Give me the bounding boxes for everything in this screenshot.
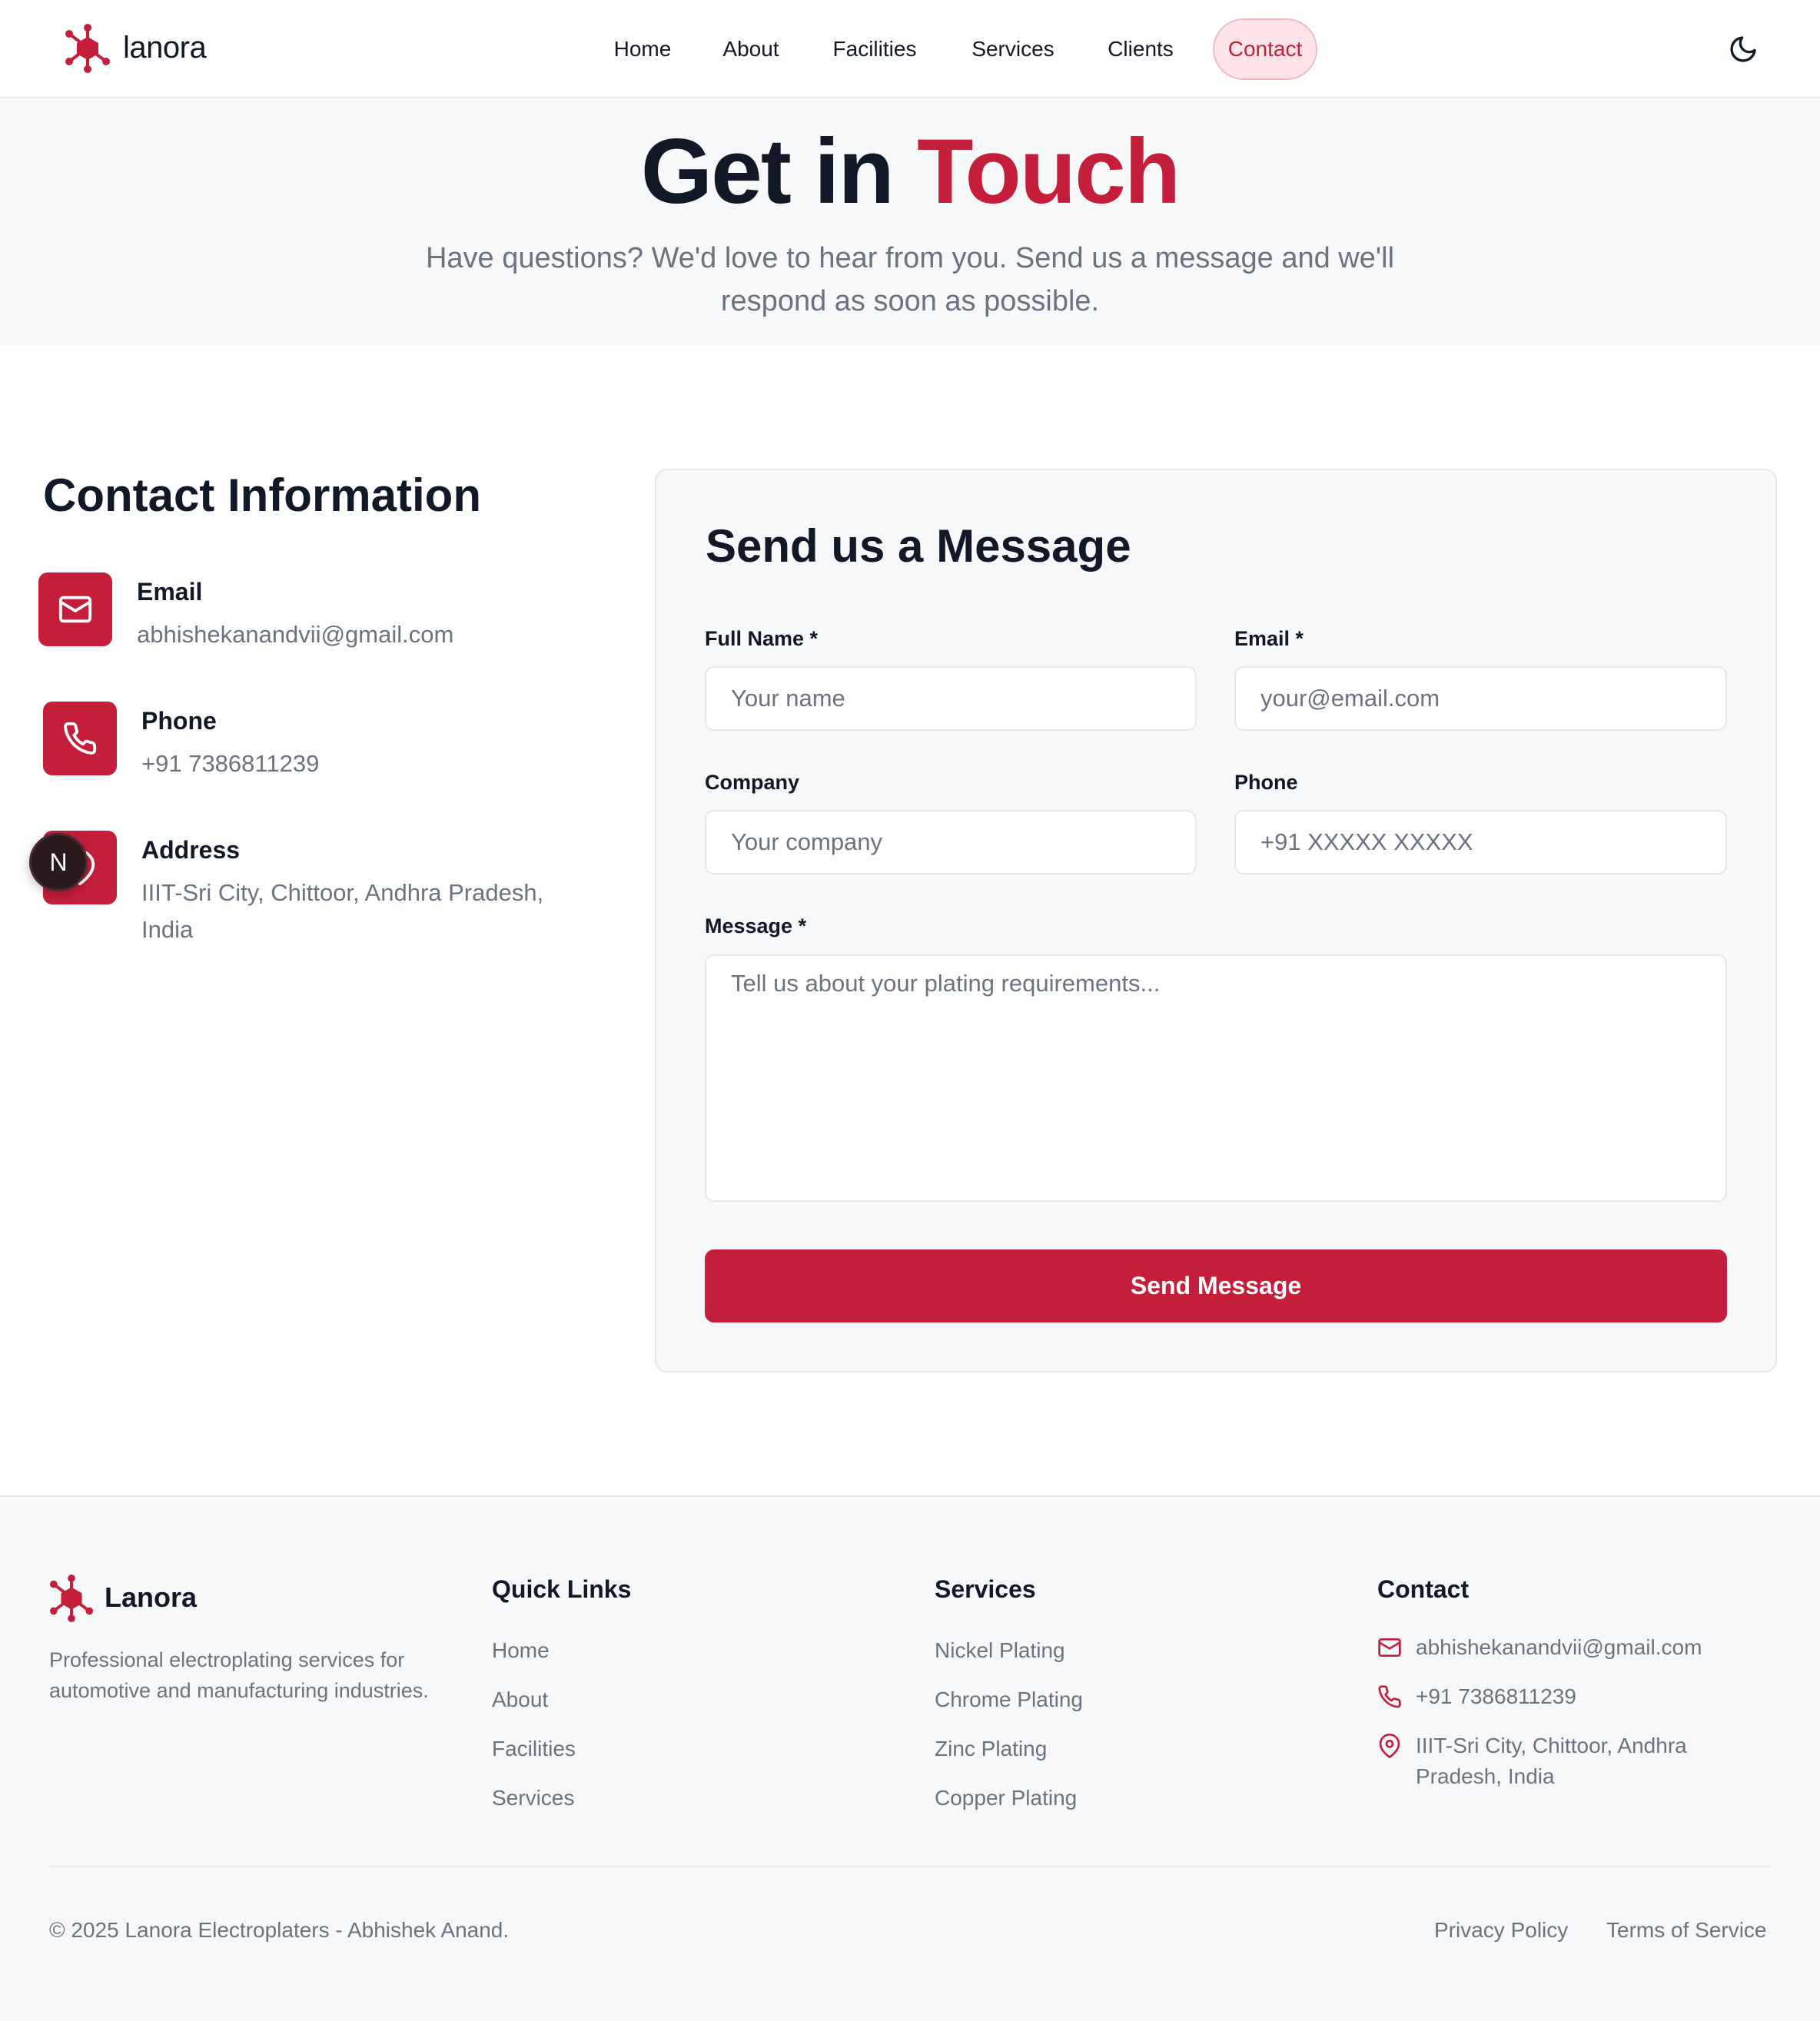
logo-icon	[49, 1575, 94, 1622]
phone-value[interactable]: +91 7386811239	[141, 745, 319, 782]
email-label: Email	[137, 578, 203, 606]
footer-link-services[interactable]: Services	[492, 1786, 574, 1810]
nav-services[interactable]: Services	[956, 18, 1070, 80]
message-textarea[interactable]	[705, 954, 1727, 1202]
email-icon-box	[38, 572, 112, 646]
phone-field[interactable]	[1234, 810, 1727, 874]
footer-service-nickel[interactable]: Nickel Plating	[935, 1638, 1065, 1663]
dev-tools-badge[interactable]: N	[29, 833, 88, 891]
footer-email-text: abhishekanandvii@gmail.com	[1416, 1635, 1702, 1659]
form-title: Send us a Message	[706, 520, 1131, 572]
footer-contact-email[interactable]: abhishekanandvii@gmail.com	[1377, 1632, 1702, 1663]
email-value[interactable]: abhishekanandvii@gmail.com	[137, 616, 453, 653]
footer-phone-text: +91 7386811239	[1416, 1684, 1576, 1708]
nav-clients[interactable]: Clients	[1090, 18, 1191, 80]
title-plain: Get in	[640, 120, 895, 223]
main-nav: Home About Facilities Services Clients C…	[0, 18, 1820, 80]
footer-service-zinc[interactable]: Zinc Plating	[935, 1737, 1047, 1761]
footer-brand-name: Lanora	[105, 1581, 198, 1613]
moon-icon[interactable]	[1728, 34, 1759, 65]
company-label: Company	[705, 771, 800, 794]
footer-contact-address: IIIT-Sri City, Chittoor, Andhra Pradesh,…	[1377, 1731, 1715, 1792]
hero-subtitle: Have questions? We'd love to hear from y…	[425, 242, 1395, 317]
footer-address-text: IIIT-Sri City, Chittoor, Andhra Pradesh,…	[1416, 1734, 1687, 1788]
privacy-policy-link[interactable]: Privacy Policy	[1434, 1918, 1568, 1943]
services-title: Services	[935, 1575, 1036, 1603]
address-label: Address	[141, 836, 241, 864]
mail-icon	[1378, 1638, 1401, 1657]
site-header: lanora Home About Facilities Services Cl…	[0, 0, 1820, 98]
email-field[interactable]	[1234, 666, 1727, 731]
email-field-label: Email *	[1234, 627, 1304, 650]
message-label: Message *	[705, 914, 807, 937]
footer-description: Professional electroplating services for…	[49, 1648, 429, 1702]
title-accent: Touch	[917, 120, 1181, 223]
footer-service-copper[interactable]: Copper Plating	[935, 1786, 1077, 1810]
nav-contact[interactable]: Contact	[1213, 18, 1317, 80]
phone-icon-box	[43, 702, 117, 775]
mail-icon	[58, 596, 92, 623]
nav-facilities[interactable]: Facilities	[815, 18, 935, 80]
footer-service-chrome[interactable]: Chrome Plating	[935, 1687, 1083, 1712]
footer-contact-title: Contact	[1377, 1575, 1470, 1603]
address-value: IIIT-Sri City, Chittoor, Andhra Pradesh,…	[141, 879, 544, 943]
company-input[interactable]	[705, 810, 1197, 874]
footer-divider	[49, 1866, 1771, 1867]
footer-brand[interactable]: Lanora	[49, 1572, 197, 1623]
quick-links-title: Quick Links	[492, 1575, 632, 1603]
phone-field-label: Phone	[1234, 771, 1298, 794]
phone-icon	[64, 722, 97, 755]
footer-link-facilities[interactable]: Facilities	[492, 1737, 576, 1761]
phone-label: Phone	[141, 707, 217, 735]
send-message-button[interactable]: Send Message	[705, 1249, 1727, 1322]
page-title: Get in Touch	[0, 121, 1820, 221]
copyright: © 2025 Lanora Electroplaters - Abhishek …	[49, 1918, 510, 1942]
footer-link-about[interactable]: About	[492, 1687, 548, 1712]
footer-contact-phone[interactable]: +91 7386811239	[1377, 1681, 1576, 1712]
full-name-label: Full Name *	[705, 627, 819, 650]
message-form-card	[655, 469, 1777, 1372]
full-name-input[interactable]	[705, 666, 1197, 731]
footer-link-home[interactable]: Home	[492, 1638, 550, 1663]
contact-info-title: Contact Information	[43, 470, 481, 521]
nav-home[interactable]: Home	[596, 18, 689, 80]
phone-icon	[1378, 1685, 1401, 1708]
map-pin-icon	[1379, 1734, 1400, 1758]
nav-about[interactable]: About	[707, 18, 795, 80]
terms-of-service-link[interactable]: Terms of Service	[1606, 1918, 1767, 1943]
